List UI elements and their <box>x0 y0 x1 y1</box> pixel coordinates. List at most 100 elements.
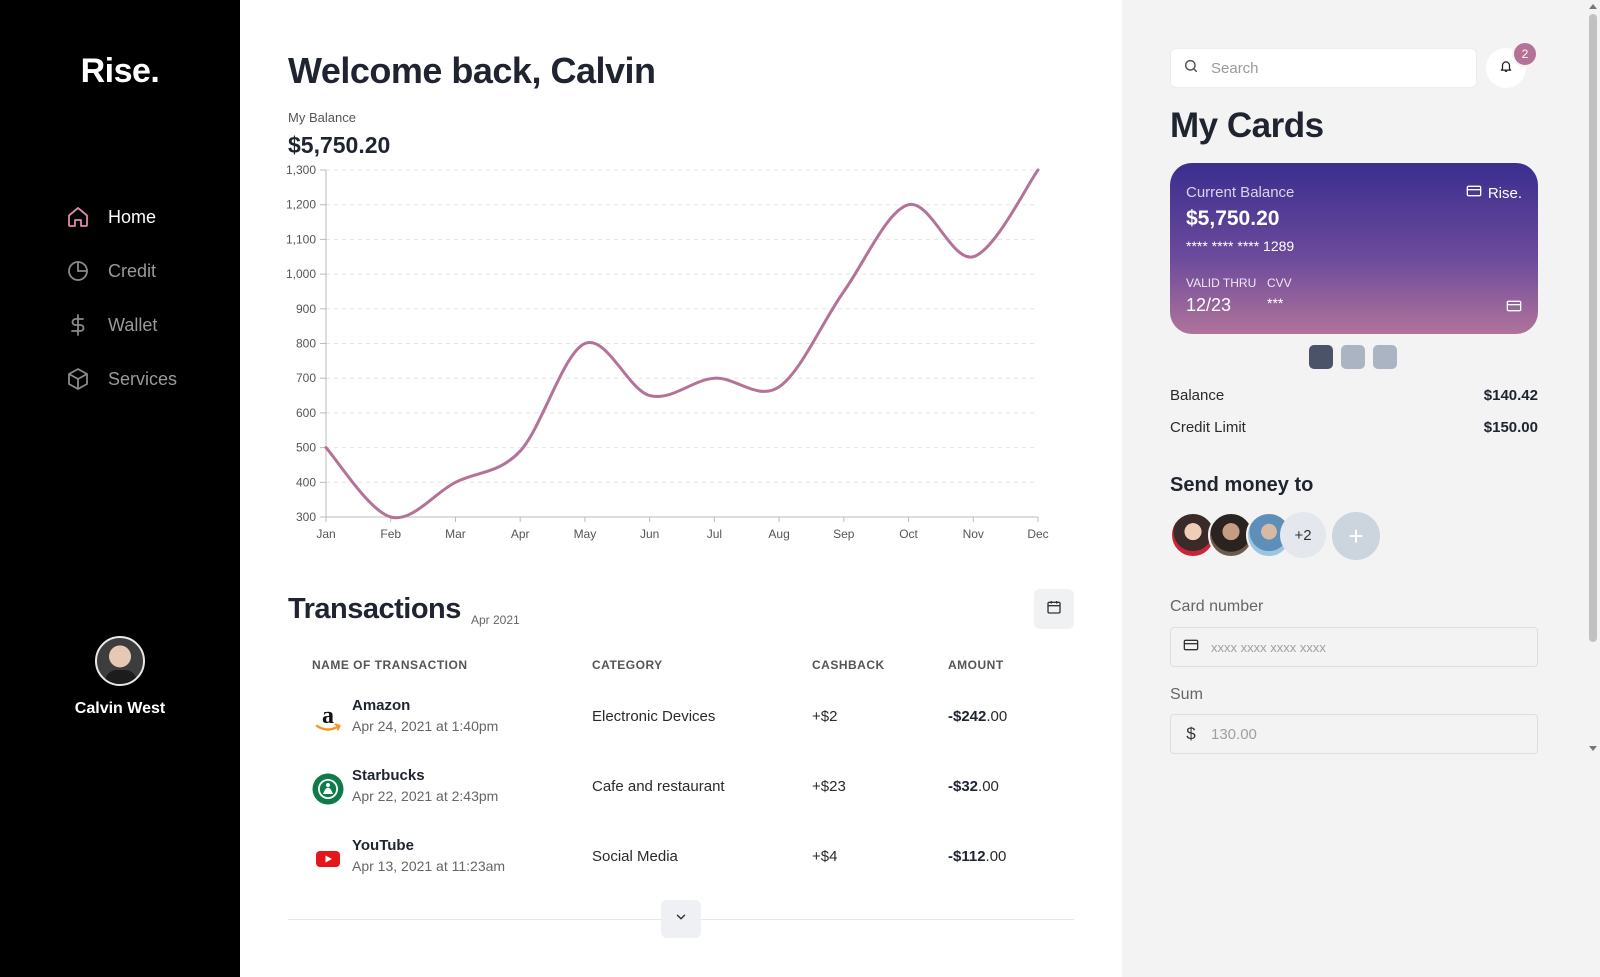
my-cards-title: My Cards <box>1170 106 1324 145</box>
balance-row: Balance $140.42 <box>1170 387 1538 404</box>
transaction-cashback: +$4 <box>812 848 838 865</box>
card-number-field[interactable] <box>1170 627 1538 667</box>
sum-input[interactable] <box>1211 725 1511 743</box>
x-tick-label: Dec <box>1027 527 1048 541</box>
transaction-name: Amazon <box>352 697 411 714</box>
card-pager <box>1309 345 1397 369</box>
transactions-period: Apr 2021 <box>471 613 520 627</box>
x-tick-label: Feb <box>380 527 401 541</box>
credit-limit-row: Credit Limit $150.00 <box>1170 419 1538 436</box>
sum-field[interactable]: $ <box>1170 714 1538 754</box>
sidebar-item-label: Home <box>108 206 157 227</box>
chevron-down-icon <box>674 910 688 929</box>
balance-label: Balance <box>1170 387 1225 404</box>
card-number-input[interactable] <box>1211 639 1511 655</box>
welcome-name: Calvin <box>550 50 656 91</box>
sidebar-item-label: Credit <box>108 260 157 281</box>
x-tick-label: Apr <box>511 527 530 541</box>
y-tick-label: 700 <box>296 371 316 385</box>
y-tick-label: 600 <box>296 406 316 420</box>
sidebar-item-credit[interactable]: Credit <box>66 244 177 298</box>
transaction-cashback: +$2 <box>812 708 838 725</box>
column-header-amount: AMOUNT <box>948 658 1004 672</box>
show-more-button[interactable] <box>661 900 701 938</box>
sidebar-item-home[interactable]: Home <box>66 190 177 244</box>
x-tick-label: Jul <box>707 527 722 541</box>
calendar-button[interactable] <box>1034 589 1074 629</box>
transaction-date: Apr 22, 2021 at 2:43pm <box>352 788 499 804</box>
scroll-down-arrow-icon[interactable] <box>1589 746 1597 751</box>
sidebar: Rise. Home Credit Wallet Services Calvin… <box>0 0 240 977</box>
y-tick-label: 1,000 <box>286 267 316 281</box>
dollar-icon: $ <box>1186 724 1196 743</box>
x-tick-label: Nov <box>963 527 984 541</box>
cvv-label: CVV <box>1267 276 1292 290</box>
y-tick-label: 1,100 <box>286 232 316 246</box>
transaction-name: YouTube <box>352 837 414 854</box>
column-header-cashback: CASHBACK <box>812 658 885 672</box>
card-pager-dot[interactable] <box>1341 345 1365 369</box>
youtube-logo <box>312 843 344 875</box>
scrollbar-thumb[interactable] <box>1589 14 1597 642</box>
valid-thru-value: 12/23 <box>1186 295 1232 315</box>
amount-cents: .00 <box>986 708 1008 725</box>
sidebar-item-services[interactable]: Services <box>66 352 177 406</box>
calendar-icon <box>1046 599 1062 620</box>
credit-card[interactable]: Current Balance $5,750.20 **** **** ****… <box>1170 163 1538 334</box>
credit-limit-label: Credit Limit <box>1170 419 1246 436</box>
cvv-value: *** <box>1267 295 1284 311</box>
right-panel: 2 My Cards Current Balance $5,750.20 ***… <box>1122 0 1600 977</box>
transaction-amount: -$32.00 <box>948 778 999 795</box>
dollar-icon <box>66 313 90 337</box>
table-row[interactable]: YouTube Apr 13, 2021 at 11:23am Social M… <box>288 823 1074 893</box>
column-header-category: CATEGORY <box>592 658 663 672</box>
card-pager-dot[interactable] <box>1309 345 1333 369</box>
starbucks-logo <box>312 773 344 805</box>
x-tick-label: Jan <box>316 527 335 541</box>
welcome-prefix: Welcome back, <box>288 50 551 91</box>
svg-text:a: a <box>322 704 334 729</box>
card-pager-dot[interactable] <box>1373 345 1397 369</box>
card-icon <box>1466 184 1482 202</box>
app-logo[interactable]: Rise. <box>0 52 240 91</box>
balance-value: $5,750.20 <box>288 132 391 158</box>
avatar[interactable] <box>95 636 145 686</box>
transaction-category: Social Media <box>592 848 678 865</box>
amount-main: -$32 <box>948 778 979 795</box>
scroll-up-arrow-icon[interactable] <box>1589 4 1597 9</box>
scrollbar[interactable] <box>1586 0 1600 977</box>
more-recipients[interactable]: +2 <box>1280 512 1326 558</box>
card-brand: Rise. <box>1466 184 1522 202</box>
box-icon <box>66 367 90 391</box>
transaction-date: Apr 13, 2021 at 11:23am <box>352 858 506 874</box>
sidebar-item-label: Services <box>108 368 178 389</box>
x-tick-label: Mar <box>445 527 466 541</box>
sidebar-item-label: Wallet <box>108 314 158 335</box>
card-icon <box>1183 638 1199 657</box>
y-tick-label: 1,300 <box>286 163 316 177</box>
user-profile[interactable]: Calvin West <box>0 636 240 718</box>
amazon-logo: a <box>312 703 344 735</box>
home-icon <box>66 205 90 229</box>
transaction-date: Apr 24, 2021 at 1:40pm <box>352 718 499 734</box>
credit-limit-value: $150.00 <box>1483 419 1538 436</box>
card-balance-label: Current Balance <box>1186 184 1295 201</box>
y-tick-label: 900 <box>296 302 316 316</box>
x-tick-label: Aug <box>768 527 789 541</box>
card-brand-name: Rise. <box>1487 184 1522 202</box>
y-tick-label: 300 <box>296 510 316 524</box>
x-tick-label: May <box>574 527 597 541</box>
table-row[interactable]: a Amazon Apr 24, 2021 at 1:40pm Electron… <box>288 683 1074 753</box>
transaction-amount: -$112.00 <box>948 848 1006 865</box>
card-balance-value: $5,750.20 <box>1186 207 1280 230</box>
transaction-category: Cafe and restaurant <box>592 778 725 795</box>
sidebar-item-wallet[interactable]: Wallet <box>66 298 177 352</box>
main-content: Welcome back, Calvin My Balance $5,750.2… <box>240 0 1122 977</box>
balance-label: My Balance <box>288 110 356 125</box>
search-input[interactable] <box>1211 59 1451 77</box>
table-row[interactable]: Starbucks Apr 22, 2021 at 2:43pm Cafe an… <box>288 753 1074 823</box>
add-recipient-button[interactable]: + <box>1332 512 1380 560</box>
sidebar-nav: Home Credit Wallet Services <box>66 190 177 406</box>
y-tick-label: 1,200 <box>286 198 316 212</box>
search-box[interactable] <box>1170 48 1477 88</box>
